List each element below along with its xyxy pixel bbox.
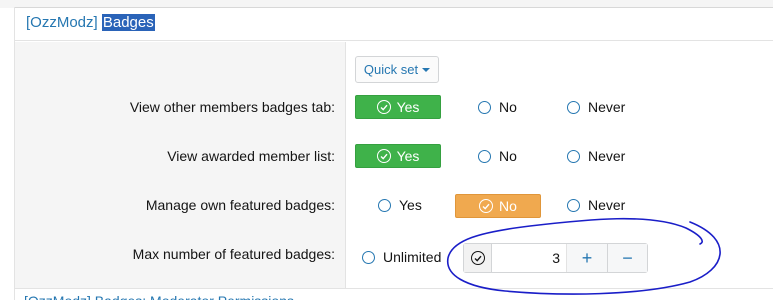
option-never[interactable]: Never [567, 148, 625, 164]
check-circle-icon [479, 199, 494, 213]
option-yes-selected[interactable]: Yes [355, 95, 441, 119]
radio-icon[interactable] [362, 250, 375, 264]
option-label: Never [588, 99, 626, 115]
radio-icon[interactable] [478, 149, 491, 163]
quick-set-button[interactable]: Quick set [355, 56, 439, 83]
section-title: Badges [101, 14, 155, 31]
option-label: Yes [396, 148, 420, 164]
option-no-selected[interactable]: No [455, 194, 541, 218]
check-circle-icon [376, 149, 391, 163]
max-featured-number-input[interactable]: 3 + − [463, 243, 648, 273]
option-no[interactable]: No [478, 148, 517, 164]
option-label: Never [588, 148, 626, 164]
option-yes[interactable]: Yes [378, 197, 422, 213]
radio-icon[interactable] [567, 198, 580, 212]
next-section-peek: [OzzModz] Badges: Moderator Permissions [24, 292, 314, 300]
section-prefix: [OzzModz] [26, 14, 98, 31]
radio-icon[interactable] [567, 100, 580, 114]
option-label: No [499, 148, 517, 164]
option-no[interactable]: No [478, 99, 517, 115]
option-unlimited[interactable]: Unlimited [362, 249, 441, 265]
option-label: No [499, 198, 517, 214]
option-yes-selected[interactable]: Yes [355, 144, 441, 168]
row-label-max-featured: Max number of featured badges: [132, 246, 335, 262]
option-label: Yes [396, 99, 420, 115]
option-label: Yes [399, 197, 422, 213]
section-header: [OzzModz] Badges [15, 8, 773, 41]
quick-set-label: Quick set [363, 62, 419, 77]
decrement-button[interactable]: − [607, 244, 647, 272]
increment-button[interactable]: + [567, 244, 607, 272]
radio-icon[interactable] [478, 100, 491, 114]
radio-icon[interactable] [378, 198, 391, 212]
check-circle-icon [470, 251, 485, 265]
option-never[interactable]: Never [567, 99, 625, 115]
next-section-title[interactable]: [OzzModz] Badges: Moderator Permissions [24, 292, 314, 300]
row-label-view-badges-tab: View other members badges tab: [129, 99, 335, 115]
option-label: Unlimited [383, 249, 442, 265]
row-label-manage-featured: Manage own featured badges: [145, 197, 335, 213]
option-label: No [499, 99, 517, 115]
check-circle-icon [376, 100, 391, 114]
option-label: Never [588, 197, 626, 213]
option-never[interactable]: Never [567, 197, 625, 213]
radio-icon[interactable] [567, 149, 580, 163]
number-value[interactable]: 3 [492, 244, 567, 272]
left-edge [14, 7, 15, 300]
bottom-rule [15, 288, 773, 289]
limit-checkbox[interactable] [464, 244, 492, 272]
row-label-awarded-list: View awarded member list: [167, 148, 335, 164]
caret-down-icon [422, 67, 431, 72]
